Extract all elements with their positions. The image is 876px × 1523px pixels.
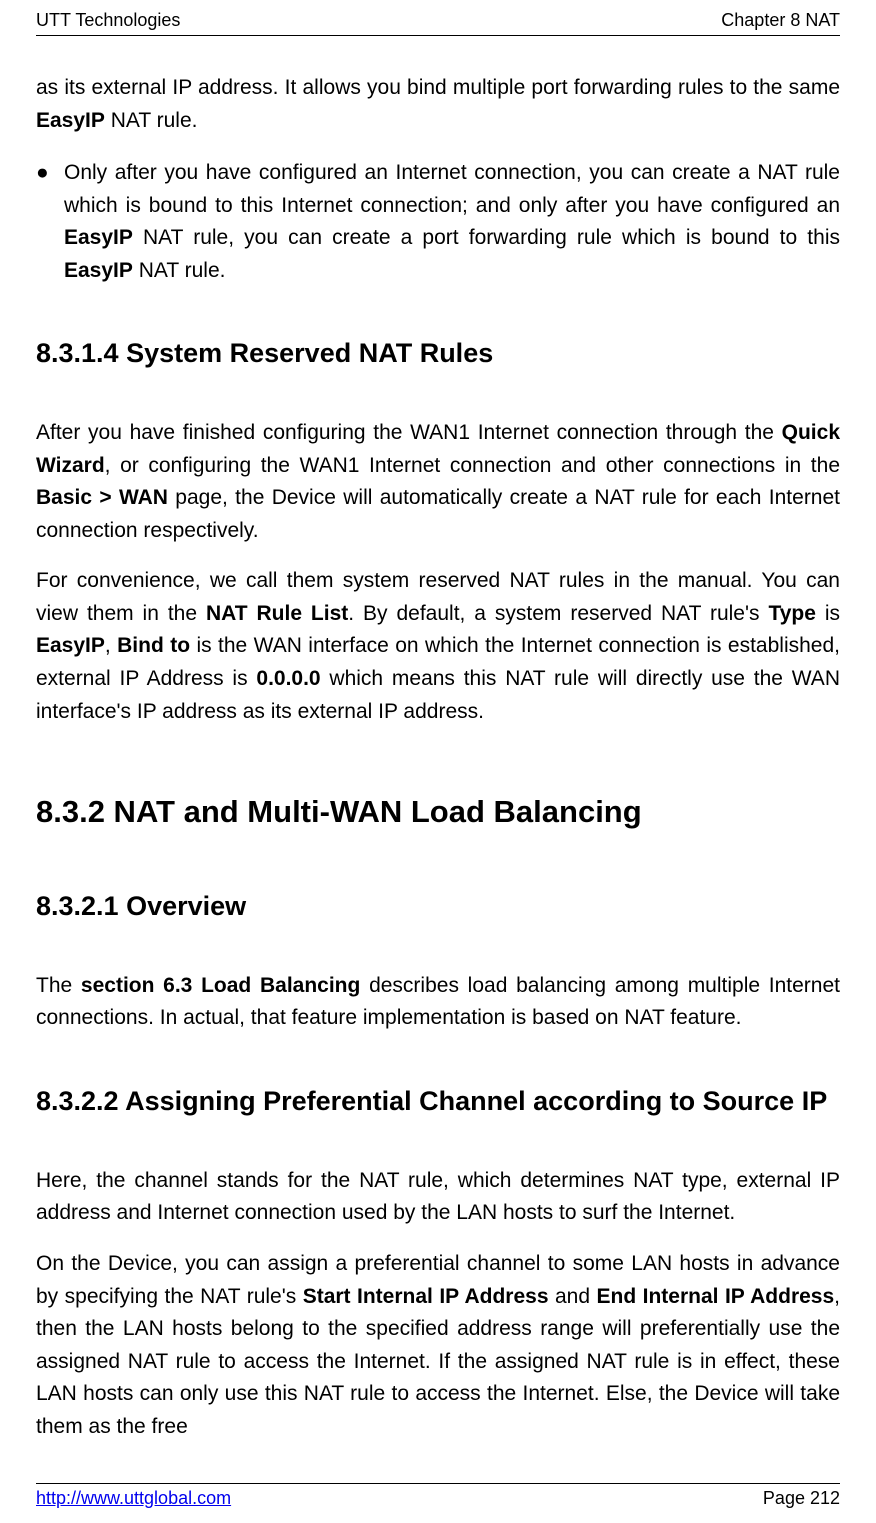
bold-text: EasyIP	[64, 226, 133, 249]
page-content: as its external IP address. It allows yo…	[36, 36, 840, 1443]
para-8321: The section 6.3 Load Balancing describes…	[36, 970, 840, 1035]
text: ,	[105, 634, 117, 657]
bold-text: Start Internal IP Address	[303, 1285, 549, 1308]
bullet-item: ● Only after you have configured an Inte…	[36, 157, 840, 287]
bold-text: EasyIP	[36, 634, 105, 657]
bold-text: Basic > WAN	[36, 486, 168, 509]
bold-text: Type	[768, 602, 815, 625]
text: NAT rule.	[105, 109, 198, 132]
footer-page: Page 212	[763, 1488, 840, 1509]
para-8322a: Here, the channel stands for the NAT rul…	[36, 1165, 840, 1230]
intro-para: as its external IP address. It allows yo…	[36, 72, 840, 137]
page-header: UTT Technologies Chapter 8 NAT	[36, 0, 840, 36]
text: NAT rule.	[133, 259, 226, 282]
text: After you have finished configuring the …	[36, 421, 782, 444]
heading-8314: 8.3.1.4 System Reserved NAT Rules	[36, 333, 840, 375]
heading-8322: 8.3.2.2 Assigning Preferential Channel a…	[36, 1081, 840, 1123]
text: and	[549, 1285, 597, 1308]
text: NAT rule, you can create a port forwardi…	[133, 226, 840, 249]
bullet-text: Only after you have configured an Intern…	[64, 157, 840, 287]
text: , or configuring the WAN1 Internet conne…	[105, 454, 840, 477]
header-right: Chapter 8 NAT	[721, 10, 840, 31]
bold-text: EasyIP	[64, 259, 133, 282]
text: Only after you have configured an Intern…	[64, 161, 840, 217]
bullet-dot-icon: ●	[36, 157, 64, 287]
text: as its external IP address. It allows yo…	[36, 76, 840, 99]
text: . By default, a system reserved NAT rule…	[348, 602, 768, 625]
para-8314b: For convenience, we call them system res…	[36, 565, 840, 728]
bold-text: section 6.3 Load Balancing	[81, 974, 360, 997]
para-8314a: After you have finished configuring the …	[36, 417, 840, 547]
bold-text: 0.0.0.0	[256, 667, 320, 690]
footer-link[interactable]: http://www.uttglobal.com	[36, 1488, 231, 1509]
bold-text: EasyIP	[36, 109, 105, 132]
heading-832: 8.3.2 NAT and Multi-WAN Load Balancing	[36, 788, 840, 836]
header-left: UTT Technologies	[36, 10, 180, 31]
text: The	[36, 974, 81, 997]
text: is	[816, 602, 840, 625]
bold-text: NAT Rule List	[206, 602, 348, 625]
para-8322b: On the Device, you can assign a preferen…	[36, 1248, 840, 1443]
page-footer: http://www.uttglobal.com Page 212	[36, 1483, 840, 1509]
heading-8321: 8.3.2.1 Overview	[36, 886, 840, 928]
bold-text: Bind to	[117, 634, 190, 657]
bold-text: End Internal IP Address	[597, 1285, 835, 1308]
